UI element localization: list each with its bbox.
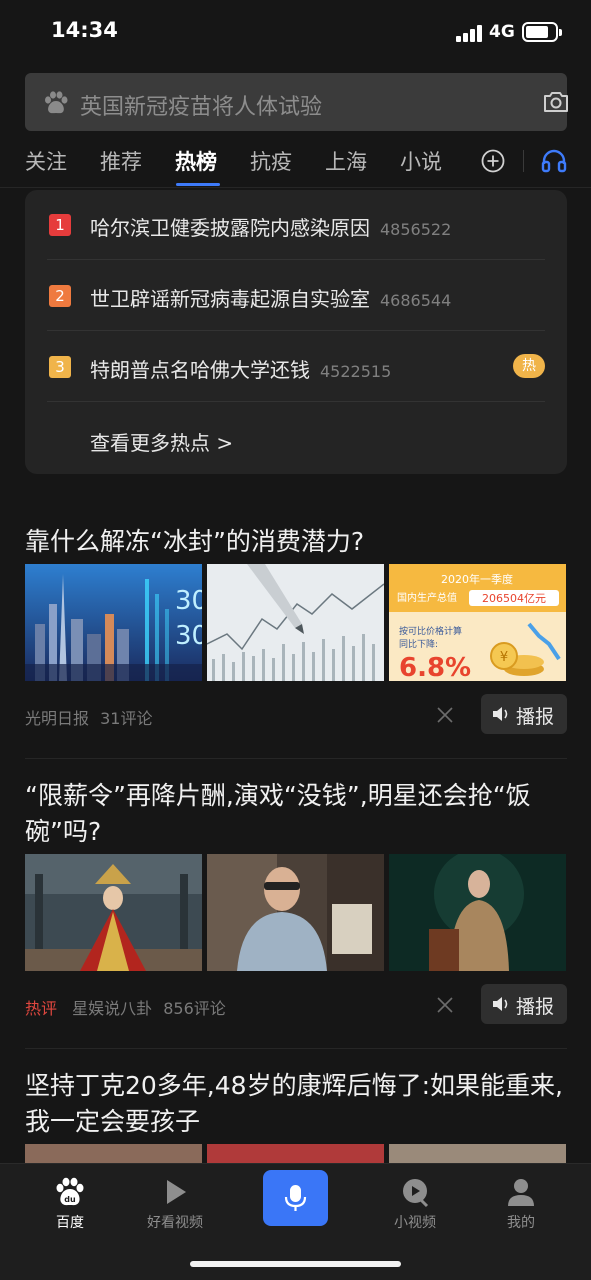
news-thumbnail[interactable]: [207, 1144, 384, 1163]
hot-item[interactable]: 3 特朗普点名哈佛大学还钱 4522515 热: [47, 332, 545, 402]
news-thumbnail[interactable]: [389, 1144, 566, 1163]
nav-label: 好看视频: [147, 1215, 203, 1231]
tab-separator: [523, 150, 524, 172]
tab-recommend[interactable]: 推荐: [100, 146, 142, 176]
network-type: 4G: [489, 22, 515, 42]
news-thumbnail[interactable]: [207, 854, 384, 971]
more-hot-link[interactable]: 查看更多热点 >: [90, 427, 233, 456]
broadcast-button[interactable]: 播报: [481, 694, 567, 734]
hot-title: 世卫辟谣新冠病毒起源自实验室 4686544: [90, 287, 452, 311]
news-thumbnail[interactable]: 30 30: [25, 564, 202, 681]
nav-me[interactable]: 我的: [481, 1172, 561, 1242]
baidu-paw-icon: du: [56, 1177, 84, 1206]
news-title[interactable]: 坚持丁克20多年,48岁的康辉后悔了:如果能重来,我一定会要孩子: [25, 1068, 567, 1140]
infographic-percent: 6.8%: [399, 653, 471, 681]
camera-icon[interactable]: [542, 90, 570, 114]
news-thumbnail[interactable]: [389, 854, 566, 971]
hot-item[interactable]: 1 哈尔滨卫健委披露院内感染原因 4856522: [47, 190, 545, 260]
hot-comment-tag: 热评: [25, 999, 58, 1018]
tab-shanghai[interactable]: 上海: [325, 146, 367, 176]
news-title[interactable]: 靠什么解冻“冰封”的消费潜力?: [25, 524, 567, 560]
nav-label: 小视频: [394, 1215, 436, 1231]
nav-label: 百度: [56, 1215, 84, 1231]
channel-tabs: 关注 推荐 热榜 抗疫 上海 小说: [0, 140, 591, 188]
user-icon: [508, 1179, 534, 1206]
hot-count: 4522515: [320, 362, 392, 381]
hot-title: 特朗普点名哈佛大学还钱 4522515: [90, 358, 392, 382]
hot-count: 4856522: [380, 220, 452, 239]
active-tab-indicator: [176, 183, 220, 186]
hot-count: 4686544: [380, 291, 452, 310]
news-comments: 856评论: [163, 999, 226, 1018]
news-thumbnail[interactable]: [25, 854, 202, 971]
broadcast-label: 播报: [516, 996, 555, 1018]
divider: [25, 1048, 567, 1049]
speaker-icon: [493, 997, 508, 1011]
broadcast-button[interactable]: 播报: [481, 984, 567, 1024]
nav-haokan-video[interactable]: 好看视频: [135, 1172, 215, 1242]
status-bar: 14:34 4G: [0, 0, 591, 64]
divider: [25, 758, 567, 759]
infographic-gdp-value: 206504亿元: [482, 592, 546, 605]
nav-label: 我的: [507, 1215, 535, 1231]
hot-list-card: 1 哈尔滨卫健委披露院内感染原因 4856522 2 世卫辟谣新冠病毒起源自实验室…: [25, 190, 567, 474]
news-comments: 31评论: [100, 709, 153, 728]
news-source: 光明日报: [25, 709, 90, 728]
news-source: 星娱说八卦: [72, 999, 153, 1018]
broadcast-label: 播报: [516, 706, 555, 728]
hot-title: 哈尔滨卫健委披露院内感染原因 4856522: [90, 216, 452, 240]
news-meta: 光明日报 31评论: [25, 705, 152, 729]
dismiss-icon[interactable]: [436, 706, 454, 724]
baidu-paw-icon: [45, 91, 68, 114]
svg-text:30: 30: [175, 621, 202, 651]
cellular-signal-icon: [456, 24, 484, 42]
dismiss-icon[interactable]: [436, 996, 454, 1014]
voice-search-button[interactable]: [263, 1170, 328, 1226]
news-thumbnail[interactable]: 2020年一季度 国内生产总值 206504亿元 按可比价格计算 同比下降: 6…: [389, 564, 566, 681]
svg-text:30: 30: [175, 586, 202, 616]
infographic-gdp-label: 国内生产总值: [397, 591, 457, 604]
headphone-icon[interactable]: [540, 148, 568, 174]
search-query: 英国新冠疫苗将人体试验: [80, 95, 323, 120]
news-title[interactable]: “限薪令”再降片酬,演戏“没钱”,明星还会抢“饭碗”吗?: [25, 778, 567, 850]
hot-rank-badge: 3: [49, 356, 71, 378]
svg-text:du: du: [64, 1195, 76, 1204]
hot-badge: 热: [513, 354, 545, 378]
play-triangle-icon: [167, 1180, 186, 1204]
add-channel-icon[interactable]: [481, 149, 505, 173]
status-time: 14:34: [51, 18, 118, 42]
nav-baidu[interactable]: du 百度: [30, 1172, 110, 1242]
battery-icon: [522, 22, 562, 42]
svg-text:¥: ¥: [500, 650, 508, 665]
news-meta: 热评 星娱说八卦 856评论: [25, 995, 226, 1019]
nav-mini-video[interactable]: 小视频: [375, 1172, 455, 1242]
microphone-icon: [284, 1185, 307, 1211]
infographic-calc: 按可比价格计算: [399, 625, 462, 637]
hot-item[interactable]: 2 世卫辟谣新冠病毒起源自实验室 4686544: [47, 261, 545, 331]
news-thumbnail[interactable]: [25, 1144, 202, 1163]
speaker-icon: [493, 707, 508, 721]
hot-rank-badge: 2: [49, 285, 71, 307]
search-box[interactable]: 英国新冠疫苗将人体试验: [25, 73, 570, 131]
tab-anti-epidemic[interactable]: 抗疫: [250, 146, 292, 176]
mini-video-icon: [403, 1179, 429, 1208]
tab-novel[interactable]: 小说: [400, 146, 442, 176]
infographic-year: 2020年一季度: [441, 572, 513, 586]
infographic-change: 同比下降:: [399, 638, 438, 650]
home-indicator[interactable]: [190, 1261, 401, 1267]
hot-rank-badge: 1: [49, 214, 71, 236]
tab-follow[interactable]: 关注: [25, 146, 67, 176]
tab-hot-list[interactable]: 热榜: [175, 146, 217, 176]
bottom-navigation: du 百度 好看视频 小视频 我的: [0, 1163, 591, 1280]
news-thumbnail[interactable]: [207, 564, 384, 681]
